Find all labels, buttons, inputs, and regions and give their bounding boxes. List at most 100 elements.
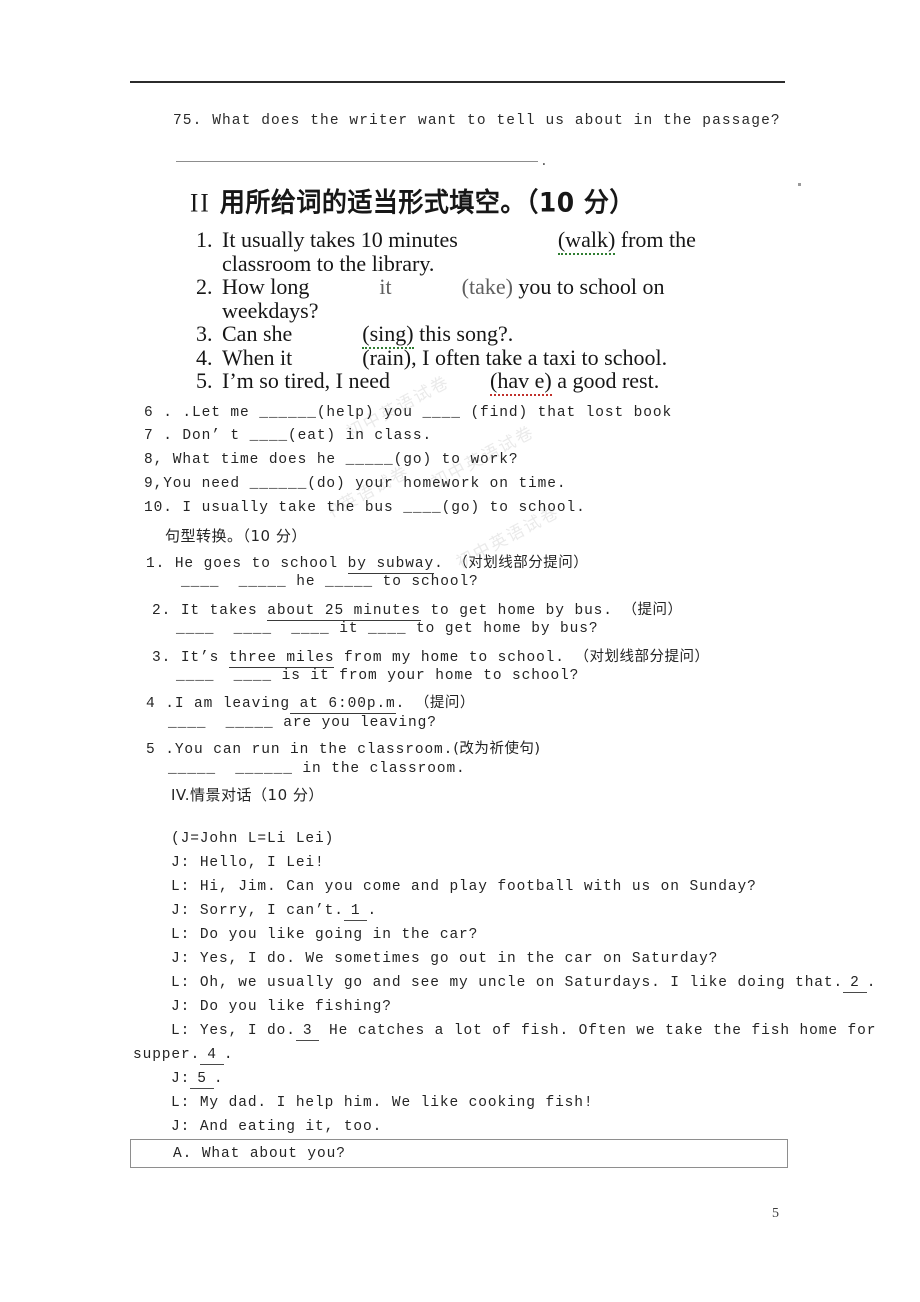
section-three-item-4-answer: ____ _____ are you leaving? [168, 715, 437, 731]
item-cue: (walk) [557, 227, 616, 255]
section-two-heading: II 用所给词的适当形式填空。（10 分） [190, 182, 635, 220]
item-text-after: you to school on [518, 274, 665, 299]
dialogue-line-2: L: Hi, Jim. Can you come and play footba… [171, 879, 757, 895]
section-three-item-1-answer: ____ _____ he _____ to school? [181, 574, 479, 590]
watermark-line: 初中英语试卷 [330, 462, 414, 534]
dialogue-blank-4[interactable]: 4 [200, 1047, 224, 1065]
speaker-label: L: [171, 879, 191, 895]
dialogue-text: supper. [133, 1047, 201, 1063]
section-two-scan-block: II 用所给词的适当形式填空。（10 分） 1. It usually takes… [0, 178, 920, 573]
section-two-roman: II [190, 189, 211, 219]
instruction: （提问） [414, 695, 475, 711]
item-cue: (rain), [362, 344, 417, 370]
dialogue-blank-3[interactable]: 3 [295, 1023, 320, 1041]
section-two-item-2: 2. How long it (take) you to school on weekd… [196, 275, 816, 322]
speaker-label: L: [171, 1095, 191, 1111]
item-number: 3. [196, 321, 213, 346]
item-line2: classroom to the library. [222, 250, 435, 276]
dialogue-tail: . [367, 903, 378, 919]
header-rule [130, 81, 785, 83]
dialogue-line-9: supper. 4. [133, 1047, 233, 1065]
dialogue-text: Do you like going in the car? [199, 927, 479, 943]
option-text: What about you? [201, 1146, 346, 1162]
dialogue-line-12: J: And eating it, too. [171, 1119, 382, 1135]
section-three-item-3-answer: ____ ____ is it from your home to school… [176, 668, 580, 684]
speaker-label: L: [171, 1023, 191, 1039]
section-two-item-list: 1. It usually takes 10 minutes (walk) from… [196, 227, 816, 396]
item-text-before: How long [222, 274, 310, 299]
dialogue-line-10: J: 5. [171, 1071, 223, 1089]
section-two-typed-item-7: 7 . Don’ t ____(eat) in class. [144, 428, 433, 444]
dialogue-text: Do you like fishing? [199, 999, 392, 1015]
section-four-speakers-note: (J=John L=Li Lei) [171, 831, 335, 847]
underlined-phrase: about 25 minutes [267, 603, 421, 621]
section-three-item-3-prompt: 3. It’s three miles from my home to scho… [152, 645, 710, 668]
item-number: 4. [196, 344, 213, 370]
section-two-typed-item-6: 6 . .Let me ______(help) you ____ (find)… [144, 405, 673, 421]
section-four-heading: IV.情景对话（10 分） [171, 786, 324, 804]
speaker-label: J: [171, 1071, 191, 1087]
section-three-item-5-answer: _____ ______ in the classroom. [168, 761, 466, 777]
speaker-label: J: [171, 855, 191, 871]
section-two-item-5: 5. I’m so tired, I need (hav e) a good res… [196, 368, 816, 396]
reading-answer-period: . [540, 154, 548, 169]
item-text-before: Can she [222, 321, 293, 346]
dialogue-line-11: L: My dad. I help him. We like cooking f… [171, 1095, 593, 1111]
item-number: 4 . [146, 696, 175, 712]
dialogue-blank-1[interactable]: 1 [343, 903, 368, 921]
item-text-after: this song?. [419, 321, 514, 346]
dialogue-text: Sorry, I can’t. [199, 903, 344, 919]
dialogue-text: My dad. I help him. We like cooking fish… [199, 1095, 594, 1111]
underlined-phrase: by subway [347, 556, 435, 574]
dialogue-line-4: L: Do you like going in the car? [171, 927, 478, 943]
dialogue-line-7: J: Do you like fishing? [171, 999, 392, 1015]
section-two-item-3: 3. Can she (sing) this song?. [196, 321, 816, 349]
dialogue-text: Hi, Jim. Can you come and play football … [199, 879, 757, 895]
option-a-content: A. What about you? [173, 1146, 346, 1162]
section-three-item-1-prompt: 1. He goes to school by subway. （对划线部分提问… [146, 551, 589, 574]
speaker-label: L: [171, 975, 191, 991]
dialogue-line-1: J: Hello, I Lei! [171, 855, 325, 871]
dialogue-text: And eating it, too. [199, 1119, 383, 1135]
dialogue-line-8: L: Yes, I do. 3 He catches a lot of fish.… [171, 1023, 876, 1041]
item-cue: (hav e) [490, 368, 552, 396]
dialogue-tail: . [213, 1071, 224, 1087]
prompt-after: to get home by bus. [420, 603, 613, 619]
underlined-phrase: three miles [228, 650, 335, 668]
section-two-item-4: 4. When it (rain), I often take a taxi to … [196, 344, 816, 370]
option-a-box[interactable]: A. What about you? [130, 1139, 788, 1168]
dialogue-tail: . [866, 975, 877, 991]
page-number: 5 [772, 1206, 779, 1221]
item-number: 3. [152, 650, 172, 666]
dialogue-line-3: J: Sorry, I can’t. 1. [171, 903, 377, 921]
instruction: （对划线部分提问） [453, 555, 589, 571]
exam-page: 75. What does the writer want to tell us… [0, 0, 920, 1302]
item-number: 5. [196, 368, 213, 393]
dialogue-blank-2[interactable]: 2 [843, 975, 867, 993]
item-number: 2. [152, 603, 172, 619]
speaker-label: J: [171, 951, 191, 967]
reading-question-75: 75. What does the writer want to tell us… [173, 113, 781, 129]
speaker-label: J: [171, 1119, 191, 1135]
prompt-before: He goes to school [174, 556, 348, 572]
item-text-before: It usually takes 10 minutes [222, 227, 458, 252]
section-three-item-2-answer: ____ ____ ____ it ____ to get home by bu… [176, 621, 599, 637]
dialogue-line-6: L: Oh, we usually go and see my uncle on… [171, 975, 876, 993]
dialogue-text: Yes, I do. [199, 1023, 296, 1039]
section-two-typed-item-8: 8, What time does he _____(go) to work? [144, 452, 519, 468]
section-three-heading: 句型转换。（10 分） [165, 527, 307, 545]
section-three-item-2-prompt: 2. It takes about 25 minutes to get home… [152, 598, 683, 621]
item-text-before: When it [222, 344, 293, 370]
dialogue-text-continued: He catches a lot of fish. Often we take … [329, 1023, 877, 1039]
instruction: （对划线部分提问） [574, 649, 710, 665]
section-three-item-4-prompt: 4 .I am leaving at 6:00p.m. （提问） [146, 691, 475, 714]
section-three-item-5-prompt: 5 .You can run in the classroom.(改为祈使句) [146, 737, 541, 758]
dialogue-blank-5[interactable]: 5 [190, 1071, 214, 1089]
instruction: (改为祈使句) [453, 741, 541, 757]
item-mid-word: it [379, 274, 392, 299]
speaker-label: J: [171, 999, 191, 1015]
section-two-typed-item-10: 10. I usually take the bus ____(go) to s… [144, 500, 586, 516]
item-text-after: from the [620, 227, 696, 252]
prompt-after: . [395, 696, 406, 712]
section-two-item-1: 1. It usually takes 10 minutes (walk) from… [196, 227, 816, 276]
